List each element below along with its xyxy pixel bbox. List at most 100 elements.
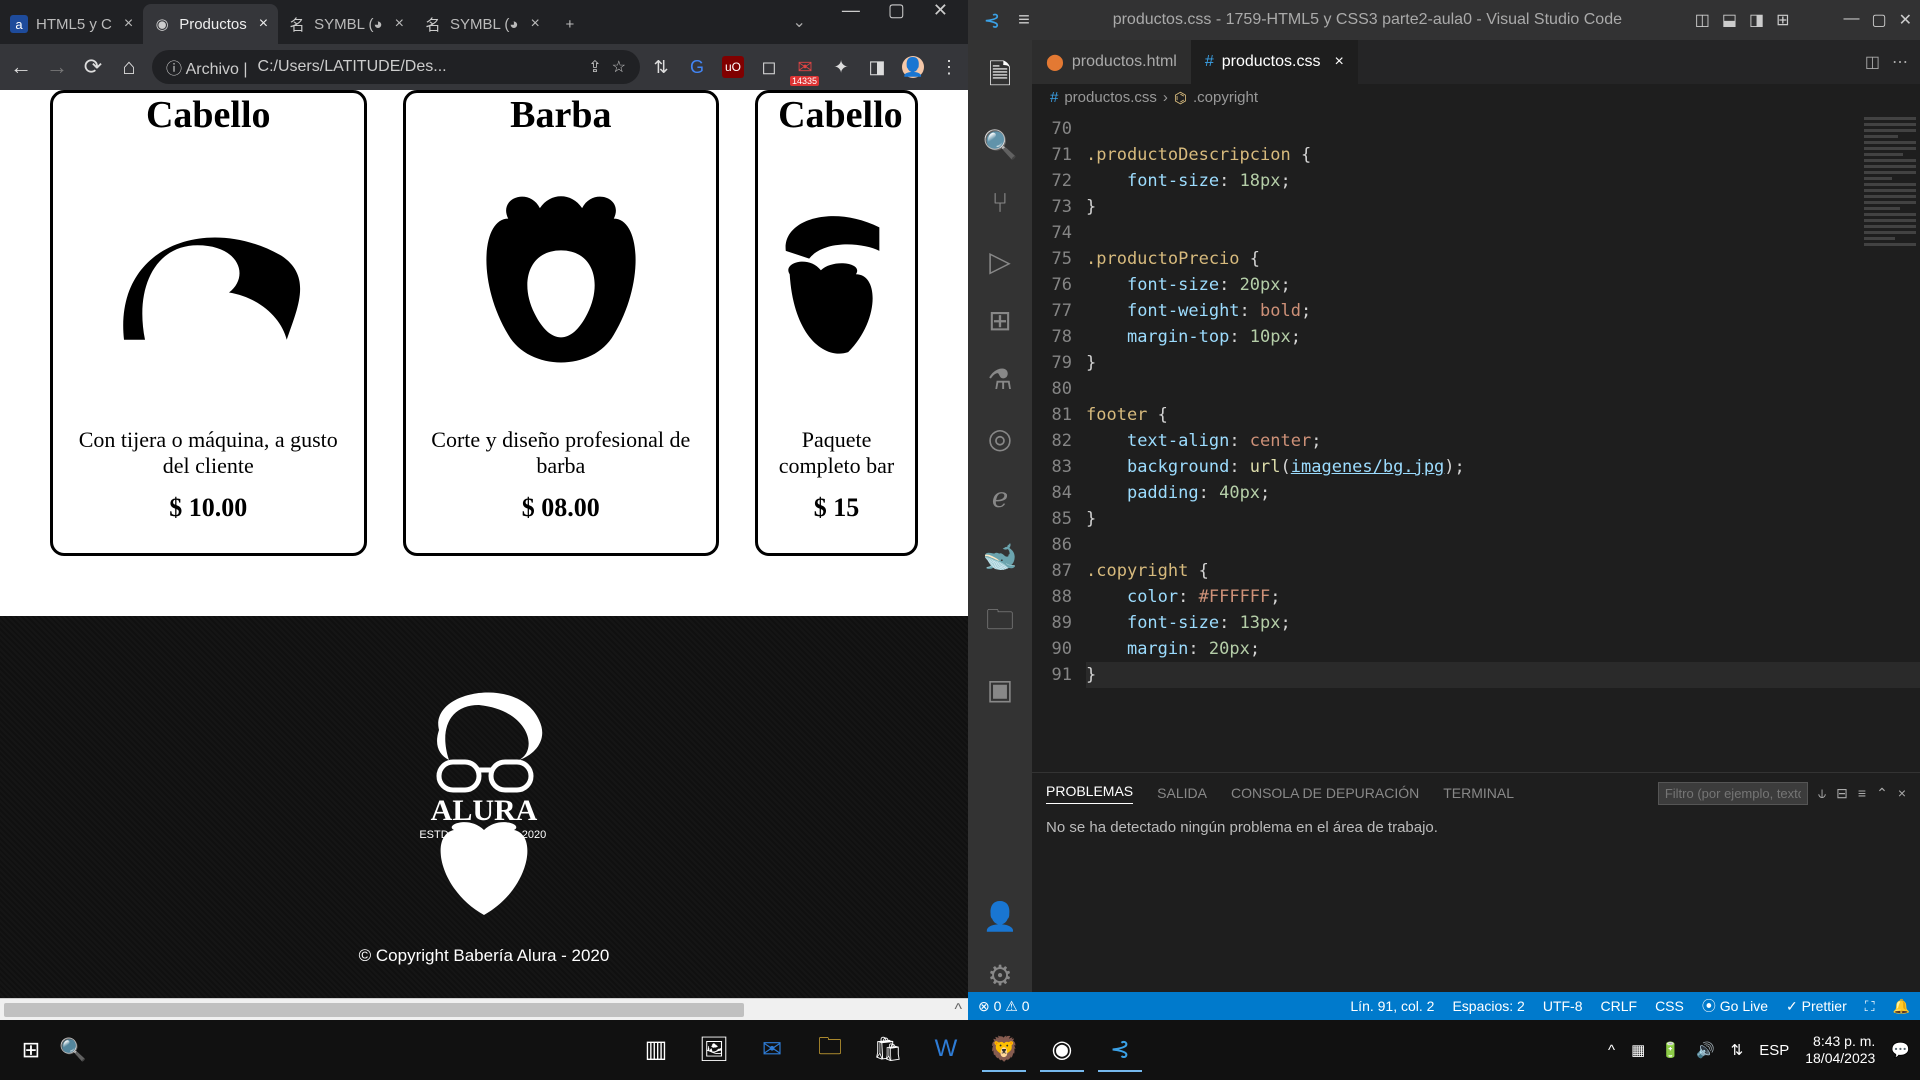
breadcrumb[interactable]: # productos.css › ⌬ .copyright xyxy=(1032,84,1920,112)
extensions-icon[interactable]: ⊞ xyxy=(988,304,1011,337)
status-spaces[interactable]: Espacios: 2 xyxy=(1452,998,1524,1014)
tab-symbl-1[interactable]: 名 SYMBL (◕ × xyxy=(278,4,414,44)
reload-icon[interactable]: ⟳ xyxy=(80,54,106,80)
tab-html5[interactable]: a HTML5 y C × xyxy=(0,4,143,44)
status-errors[interactable]: ⊗ 0 ⚠ 0 xyxy=(978,998,1030,1015)
share-icon[interactable]: ⇪ xyxy=(588,57,601,77)
extensions-icon[interactable]: ✦ xyxy=(830,56,852,78)
run-debug-icon[interactable]: ▷ xyxy=(989,245,1011,278)
vscode-icon[interactable]: ⊰ xyxy=(1098,1028,1142,1072)
close-icon[interactable]: ✕ xyxy=(933,0,948,21)
status-golive[interactable]: ⦿ Go Live xyxy=(1702,996,1768,1016)
docker-icon[interactable]: 🐋 xyxy=(983,540,1018,573)
app-icon[interactable]: 🖼 xyxy=(692,1028,736,1072)
status-prettier[interactable]: ✓ Prettier xyxy=(1786,998,1847,1015)
chevron-down-icon[interactable]: ⌄ xyxy=(776,12,821,44)
search-icon[interactable]: 🔍 xyxy=(983,128,1018,161)
status-lang[interactable]: CSS xyxy=(1655,998,1684,1014)
code-content[interactable]: .productoDescripcion { font-size: 18px; … xyxy=(1086,112,1920,772)
star-icon[interactable]: ☆ xyxy=(612,57,626,77)
language-indicator[interactable]: ESP xyxy=(1759,1042,1789,1059)
home-icon[interactable]: ⌂ xyxy=(116,54,142,80)
hamburger-icon[interactable]: ≡ xyxy=(1008,9,1040,32)
extension-icon[interactable]: ◻ xyxy=(758,56,780,78)
layout-icon[interactable]: ◫ xyxy=(1695,10,1710,30)
volume-icon[interactable]: 🔊 xyxy=(1696,1041,1715,1059)
tray-icon[interactable]: ▦ xyxy=(1631,1041,1645,1059)
panel-tab-salida[interactable]: SALIDA xyxy=(1157,785,1207,801)
explorer-icon[interactable]: 🗀 xyxy=(808,1028,852,1072)
notifications-icon[interactable]: 💬 xyxy=(1891,1041,1910,1059)
close-icon[interactable]: × xyxy=(395,15,404,33)
status-line[interactable]: Lín. 91, col. 2 xyxy=(1350,998,1434,1014)
back-icon[interactable]: ← xyxy=(8,54,34,80)
explorer-icon[interactable]: 🗎 xyxy=(989,54,1012,102)
start-button[interactable]: ⊞ xyxy=(10,1037,52,1063)
chevron-up-icon[interactable]: ^ xyxy=(1608,1042,1615,1059)
status-encoding[interactable]: UTF-8 xyxy=(1543,998,1583,1014)
panel-tab-problemas[interactable]: PROBLEMAS xyxy=(1046,783,1133,804)
accessibility-icon[interactable]: ⇅ xyxy=(650,56,672,78)
source-control-icon[interactable]: ⑂ xyxy=(992,187,1009,219)
status-eol[interactable]: CRLF xyxy=(1601,998,1638,1014)
code-editor[interactable]: 70 71 72 73 74 75 76 77 78 79 80 81 82 8… xyxy=(1032,112,1920,772)
minimap[interactable] xyxy=(1862,114,1918,334)
terminal-icon[interactable]: ▣ xyxy=(987,673,1013,706)
tab-productos-html[interactable]: ⬤ productos.html xyxy=(1032,40,1191,84)
bell-icon[interactable]: 🔔 xyxy=(1893,998,1910,1015)
scrollbar-thumb[interactable] xyxy=(4,1003,744,1017)
sidepanel-icon[interactable]: ◨ xyxy=(866,56,888,78)
close-icon[interactable]: × xyxy=(124,15,133,33)
tab-productos-css[interactable]: # productos.css × xyxy=(1191,40,1358,84)
close-icon[interactable]: × xyxy=(530,15,539,33)
wifi-icon[interactable]: ⇅ xyxy=(1731,1041,1744,1059)
ublock-icon[interactable]: uO xyxy=(722,56,744,78)
taskview-icon[interactable]: ▥ xyxy=(634,1028,678,1072)
layout-icon[interactable]: ⊞ xyxy=(1776,10,1789,30)
split-icon[interactable]: ◫ xyxy=(1865,52,1880,72)
filter-input[interactable] xyxy=(1658,782,1808,805)
gear-icon[interactable]: ⚙ xyxy=(987,959,1012,992)
outlook-icon[interactable]: ✉ xyxy=(750,1028,794,1072)
horizontal-scrollbar[interactable]: ^ xyxy=(0,998,968,1020)
live-share-icon[interactable]: ◎ xyxy=(988,422,1012,455)
edge-icon[interactable]: ℯ xyxy=(992,481,1009,514)
account-icon[interactable]: 👤 xyxy=(983,900,1018,933)
filter-icon[interactable]: ⫝ xyxy=(1818,785,1826,802)
scroll-up-icon[interactable]: ^ xyxy=(948,1001,968,1019)
brave-icon[interactable]: 🦁 xyxy=(982,1028,1026,1072)
close-icon[interactable]: ✕ xyxy=(1899,10,1912,30)
battery-icon[interactable]: 🔋 xyxy=(1661,1041,1680,1059)
maximize-icon[interactable]: ▢ xyxy=(1871,10,1886,30)
folder-icon[interactable]: 🗀 xyxy=(986,599,1014,647)
tab-productos[interactable]: ◉ Productos × xyxy=(143,4,278,44)
collapse-icon[interactable]: ⊟ xyxy=(1836,785,1848,802)
forward-icon[interactable]: → xyxy=(44,54,70,80)
more-icon[interactable]: ⋯ xyxy=(1892,52,1908,72)
close-icon[interactable]: × xyxy=(1898,785,1906,801)
panel-tab-terminal[interactable]: TERMINAL xyxy=(1443,785,1514,801)
store-icon[interactable]: 🛍 xyxy=(866,1028,910,1072)
layout-icon[interactable]: ⬓ xyxy=(1722,10,1737,30)
maximize-icon[interactable]: ▢ xyxy=(888,0,905,21)
breadcrumb-item[interactable]: .copyright xyxy=(1193,89,1258,106)
translate-icon[interactable]: G xyxy=(686,56,708,78)
new-tab-button[interactable]: + xyxy=(550,4,590,44)
minimize-icon[interactable]: — xyxy=(842,0,860,21)
layout-icon[interactable]: ◨ xyxy=(1749,10,1764,30)
mail-icon[interactable]: ✉ xyxy=(794,56,816,78)
taskbar-search-icon[interactable]: 🔍 xyxy=(52,1037,94,1063)
address-bar[interactable]: ⓘ Archivo | C:/Users/LATITUDE/Des... ⇪ ☆ xyxy=(152,50,640,84)
list-icon[interactable]: ≡ xyxy=(1858,785,1866,801)
feedback-icon[interactable]: ⛶ xyxy=(1865,998,1875,1015)
chrome-icon[interactable]: ◉ xyxy=(1040,1028,1084,1072)
panel-tab-consola[interactable]: CONSOLA DE DEPURACIÓN xyxy=(1231,785,1419,801)
minimize-icon[interactable]: — xyxy=(1843,10,1859,30)
close-icon[interactable]: × xyxy=(1334,53,1343,71)
close-icon[interactable]: × xyxy=(259,15,268,33)
breadcrumb-item[interactable]: productos.css xyxy=(1064,89,1157,106)
chevron-up-icon[interactable]: ⌃ xyxy=(1876,785,1888,802)
taskbar-clock[interactable]: 8:43 p. m. 18/04/2023 xyxy=(1805,1033,1875,1067)
menu-icon[interactable]: ⋮ xyxy=(938,56,960,78)
profile-avatar[interactable]: 👤 xyxy=(902,56,924,78)
